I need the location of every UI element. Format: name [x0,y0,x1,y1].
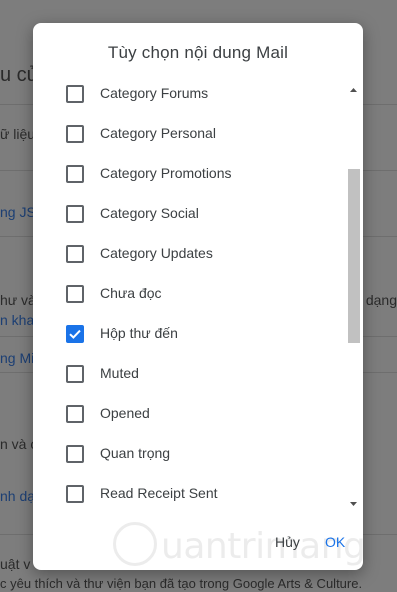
option-label: Category Updates [100,245,213,261]
checkbox[interactable] [66,205,84,223]
scrollbar-thumb[interactable] [348,169,360,343]
dialog-title: Tùy chọn nội dung Mail [107,43,289,62]
arrow-up-icon[interactable] [348,85,359,95]
bg-link: ng JS [0,204,36,220]
option-category-personal[interactable]: Category Personal [33,114,343,154]
checkbox[interactable] [66,485,84,503]
option-label: Opened [100,405,150,421]
check-icon [69,329,81,339]
checkbox-checked[interactable] [66,325,84,343]
bg-row-text: hư và [0,292,36,308]
bg-row-text: n và c [0,436,38,452]
bg-row-text: ữ liệu [0,126,36,142]
option-important[interactable]: Quan trọng [33,434,343,474]
checkbox[interactable] [66,285,84,303]
checkbox[interactable] [66,165,84,183]
ok-button[interactable]: OK [325,534,345,550]
cancel-button[interactable]: Hủy [275,534,300,550]
option-label: Category Forums [100,85,209,101]
bg-link: n kha [0,312,35,328]
option-label: Category Personal [100,125,216,141]
option-category-promotions[interactable]: Category Promotions [33,154,343,194]
bg-link: ng Mi [0,350,35,366]
option-label: Category Social [100,205,199,221]
option-inbox[interactable]: Hộp thư đến [33,314,343,354]
option-muted[interactable]: Muted [33,354,343,394]
mail-content-options-dialog: Tùy chọn nội dung Mail Category Forums C… [33,23,363,570]
bg-row-text: uật v [0,556,31,572]
checkbox[interactable] [66,365,84,383]
option-unread[interactable]: Chưa đọc [33,274,343,314]
checkbox[interactable] [66,445,84,463]
option-label: Category Promotions [100,165,232,181]
option-label: Muted [100,365,139,381]
option-label: Hộp thư đến [100,325,178,341]
option-label: Read Receipt Sent [100,485,218,501]
dialog-footer: Hủy OK [33,528,363,562]
checkbox[interactable] [66,245,84,263]
bg-footer-line: c yêu thích và thư viện bạn đã tạo trong… [0,576,363,591]
scrollbar[interactable] [346,81,361,513]
option-read-receipt-sent[interactable]: Read Receipt Sent [33,474,343,513]
option-opened[interactable]: Opened [33,394,343,434]
option-category-updates[interactable]: Category Updates [33,234,343,274]
option-category-social[interactable]: Category Social [33,194,343,234]
option-label: Quan trọng [100,445,171,461]
checkbox[interactable] [66,405,84,423]
options-list[interactable]: Category Forums Category Personal Catego… [33,81,363,513]
option-label: Chưa đọc [100,285,162,301]
bg-link: nh dạ [0,488,36,504]
checkbox[interactable] [66,125,84,143]
bg-row-text-right: dạng [365,292,397,308]
arrow-down-icon[interactable] [348,499,359,509]
checkbox[interactable] [66,85,84,103]
option-category-forums[interactable]: Category Forums [33,81,343,114]
